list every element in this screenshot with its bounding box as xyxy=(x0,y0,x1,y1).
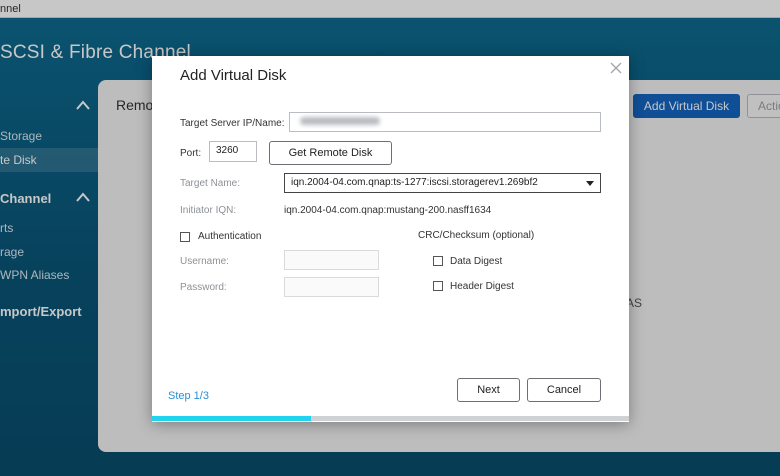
crc-label: CRC/Checksum (optional) xyxy=(418,230,535,241)
target-ip-input[interactable] xyxy=(289,112,601,132)
dialog-title: Add Virtual Disk xyxy=(180,67,287,84)
authentication-label: Authentication xyxy=(198,231,262,242)
close-icon[interactable] xyxy=(610,62,622,74)
password-input[interactable] xyxy=(284,277,379,297)
add-virtual-disk-dialog: Add Virtual Disk Target Server IP/Name: … xyxy=(152,56,629,422)
port-label: Port: xyxy=(180,148,202,159)
progress-fill xyxy=(152,416,311,421)
target-name-value: iqn.2004-04.com.qnap:ts-1277:iscsi.stora… xyxy=(291,177,538,188)
initiator-label: Initiator IQN: xyxy=(180,205,237,216)
step-indicator: Step 1/3 xyxy=(168,390,209,402)
target-ip-label: Target Server IP/Name: xyxy=(180,118,285,129)
progress-bar xyxy=(152,416,629,421)
port-input[interactable]: 3260 xyxy=(209,141,257,162)
data-digest-checkbox[interactable] xyxy=(433,256,443,266)
header-digest-checkbox[interactable] xyxy=(433,281,443,291)
redacted-ip xyxy=(300,117,380,125)
password-label: Password: xyxy=(180,282,227,293)
username-label: Username: xyxy=(180,256,229,267)
target-name-label: Target Name: xyxy=(180,178,241,189)
get-remote-disk-button[interactable]: Get Remote Disk xyxy=(269,141,392,165)
header-digest-label: Header Digest xyxy=(450,281,514,292)
port-value: 3260 xyxy=(216,145,239,156)
username-input[interactable] xyxy=(284,250,379,270)
cancel-button[interactable]: Cancel xyxy=(527,378,601,402)
initiator-value: iqn.2004-04.com.qnap:mustang-200.nasff16… xyxy=(284,205,492,216)
target-name-select[interactable]: iqn.2004-04.com.qnap:ts-1277:iscsi.stora… xyxy=(284,173,601,193)
dropdown-arrow-icon xyxy=(586,181,594,186)
data-digest-label: Data Digest xyxy=(450,256,503,267)
authentication-checkbox[interactable] xyxy=(180,232,190,242)
next-button[interactable]: Next xyxy=(457,378,520,402)
